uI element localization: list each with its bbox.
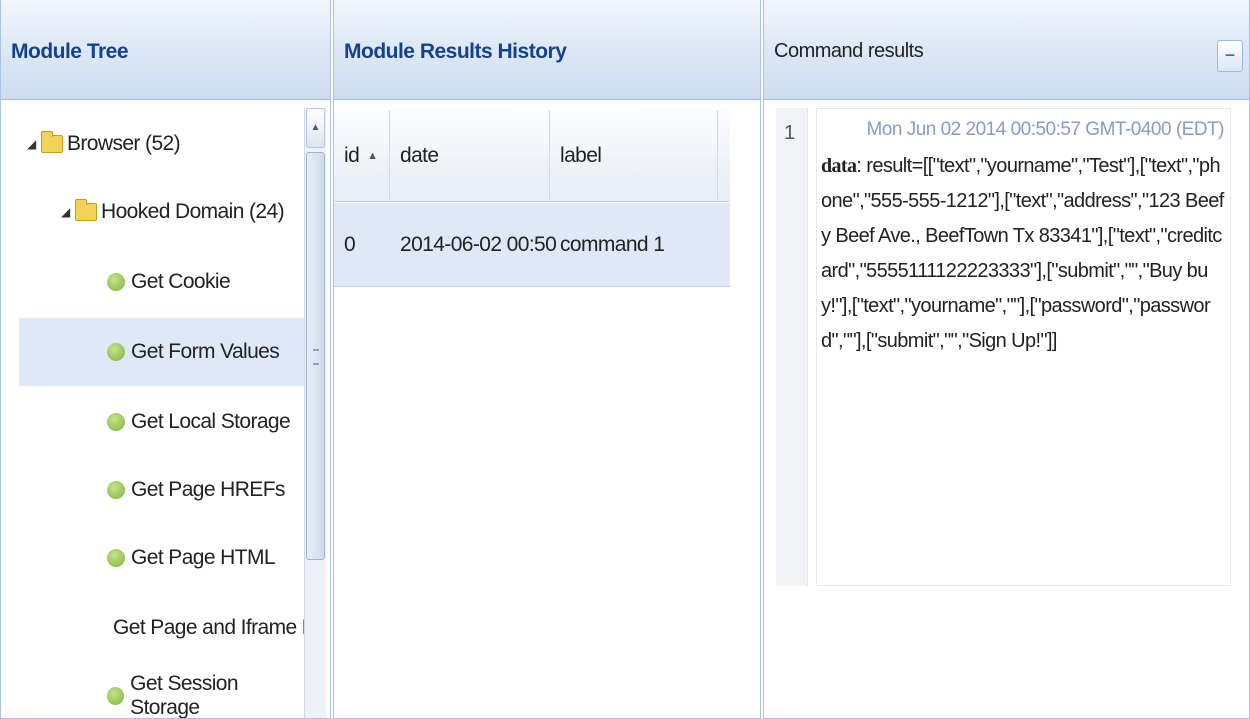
line-gutter	[776, 108, 808, 586]
module-icon	[107, 481, 125, 499]
module-tree-title: Module Tree	[11, 40, 129, 63]
history-title: Module Results History	[344, 40, 567, 63]
module-icon	[107, 549, 125, 567]
folder-icon	[75, 199, 97, 221]
tree-scrollbar[interactable]: ▲	[304, 108, 326, 718]
column-header-label: id	[344, 143, 360, 167]
sort-ascending-icon: ▲	[367, 149, 378, 162]
tree-node-label: Get Form Values	[131, 340, 280, 363]
scroll-up-arrow-icon[interactable]: ▲	[306, 108, 325, 148]
tree-node-label: Get Local Storage	[131, 410, 291, 433]
column-header-label: date	[400, 143, 439, 167]
tree-node-get-page-and-iframe-html[interactable]: Get Page and Iframe H	[19, 594, 304, 662]
collapse-button[interactable]: −	[1217, 40, 1243, 72]
scroll-thumb[interactable]	[306, 152, 325, 560]
module-icon	[107, 343, 125, 361]
tree-node-get-page-html[interactable]: Get Page HTML	[19, 524, 304, 592]
module-results-history-panel: Module Results History id ▲ date label 0…	[333, 0, 761, 719]
module-tree-panel: Module Tree ◢ Browser (52) ◢ Hooked Doma…	[0, 0, 331, 719]
module-icon	[107, 687, 125, 705]
command-results-header: Command results −	[764, 0, 1249, 100]
module-icon	[107, 273, 125, 291]
cell-label: command 1	[560, 232, 665, 256]
command-result-text: Mon Jun 02 2014 00:50:57 GMT-0400 (EDT) …	[816, 108, 1231, 586]
column-header-id[interactable]: id ▲	[334, 110, 390, 201]
expand-arrow-icon[interactable]: ◢	[27, 137, 39, 151]
module-tree: ◢ Browser (52) ◢ Hooked Domain (24) Get …	[19, 100, 330, 718]
line-number: 1	[784, 122, 796, 144]
data-key: data	[821, 155, 857, 177]
command-result-entry: 1 Mon Jun 02 2014 00:50:57 GMT-0400 (EDT…	[776, 108, 1231, 588]
history-header: Module Results History	[334, 0, 760, 100]
result-timestamp: Mon Jun 02 2014 00:50:57 GMT-0400 (EDT)	[866, 119, 1224, 140]
column-header-label-col[interactable]: label	[550, 110, 718, 201]
grip-icon	[313, 349, 319, 365]
tree-node-label: Get Page HTML	[131, 546, 276, 569]
table-row[interactable]: 0 2014-06-02 00:50 command 1	[334, 203, 730, 287]
tree-node-label: Hooked Domain (24)	[101, 200, 285, 223]
tree-node-label: Get Cookie	[131, 270, 231, 293]
tree-node-label: Get Page and Iframe H	[113, 616, 304, 639]
module-tree-header: Module Tree	[1, 0, 330, 100]
cell-id: 0	[344, 232, 356, 256]
expand-arrow-icon[interactable]: ◢	[61, 205, 73, 219]
command-results-title: Command results	[774, 40, 924, 62]
tree-node-get-page-hrefs[interactable]: Get Page HREFs	[19, 456, 304, 524]
cell-date: 2014-06-02 00:50	[400, 232, 557, 256]
column-header-date[interactable]: date	[390, 110, 550, 201]
tree-node-get-cookie[interactable]: Get Cookie	[19, 248, 304, 316]
data-value: : result=[["text","yourname","Test"],["t…	[821, 155, 1224, 352]
tree-node-hooked-domain[interactable]: ◢ Hooked Domain (24)	[19, 178, 304, 246]
command-results-panel: Command results − 1 Mon Jun 02 2014 00:5…	[763, 0, 1250, 719]
tree-node-browser[interactable]: ◢ Browser (52)	[19, 110, 304, 178]
folder-icon	[41, 131, 63, 153]
module-icon	[107, 413, 125, 431]
tree-node-get-local-storage[interactable]: Get Local Storage	[19, 388, 304, 456]
history-grid-header: id ▲ date label	[334, 110, 730, 202]
tree-node-label: Get Session Storage	[130, 672, 238, 718]
tree-node-label: Get Page HREFs	[131, 478, 285, 501]
result-data: data: result=[["text","yourname","Test"]…	[821, 149, 1224, 359]
tree-node-label: Browser (52)	[67, 132, 181, 155]
column-header-label: label	[560, 143, 602, 167]
tree-node-get-session-storage[interactable]: Get Session Storage	[19, 662, 304, 718]
tree-node-get-form-values[interactable]: Get Form Values	[19, 318, 304, 386]
